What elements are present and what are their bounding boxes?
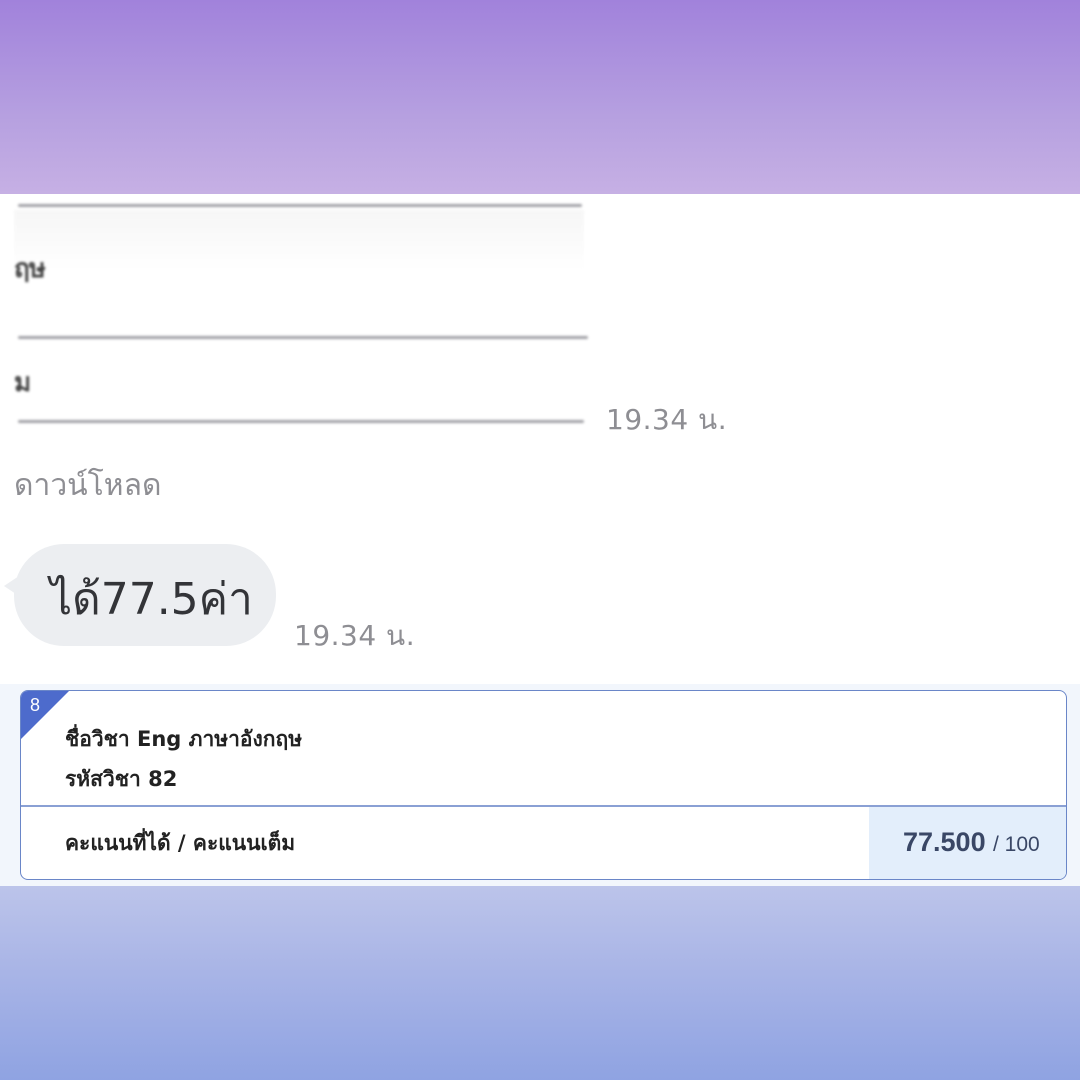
score-label: คะแนนที่ได้ / คะแนนเต็ม xyxy=(65,831,296,855)
message-timestamp: 19.34 น. xyxy=(294,619,416,652)
file-preview-divider xyxy=(18,204,582,207)
file-preview-divider xyxy=(18,420,584,423)
file-preview-card[interactable]: ฤษ ม xyxy=(14,204,588,426)
chat-area: ฤษ ม 19.34 น. ดาวน์โหลด ได้77.5ค่า 19.34… xyxy=(0,194,1080,684)
file-timestamp: 19.34 น. xyxy=(606,403,728,436)
bottom-decorative-banner xyxy=(0,886,1080,1080)
grade-card: 8 ชื่อวิชา Eng ภาษาอังกฤษ รหัสวิชา 82 คะ… xyxy=(20,690,1067,880)
file-preview-haze xyxy=(14,210,584,270)
subject-code: รหัสวิชา 82 xyxy=(65,767,178,791)
index-number: 8 xyxy=(30,695,41,715)
file-preview-divider xyxy=(18,336,588,339)
file-preview-row: ฤษ xyxy=(14,254,46,284)
grade-card-section: 8 ชื่อวิชา Eng ภาษาอังกฤษ รหัสวิชา 82 คะ… xyxy=(0,684,1080,886)
score-value: 77.500 xyxy=(903,827,986,857)
score-box: 77.500 / 100 xyxy=(869,807,1066,879)
index-badge xyxy=(21,691,69,739)
file-preview-row: ม xyxy=(14,368,31,398)
top-decorative-banner xyxy=(0,0,1080,194)
subject-name: ชื่อวิชา Eng ภาษาอังกฤษ xyxy=(65,727,303,751)
download-link[interactable]: ดาวน์โหลด xyxy=(14,462,161,509)
score-max: / 100 xyxy=(993,833,1040,856)
message-text: ได้77.5ค่า xyxy=(50,574,253,625)
